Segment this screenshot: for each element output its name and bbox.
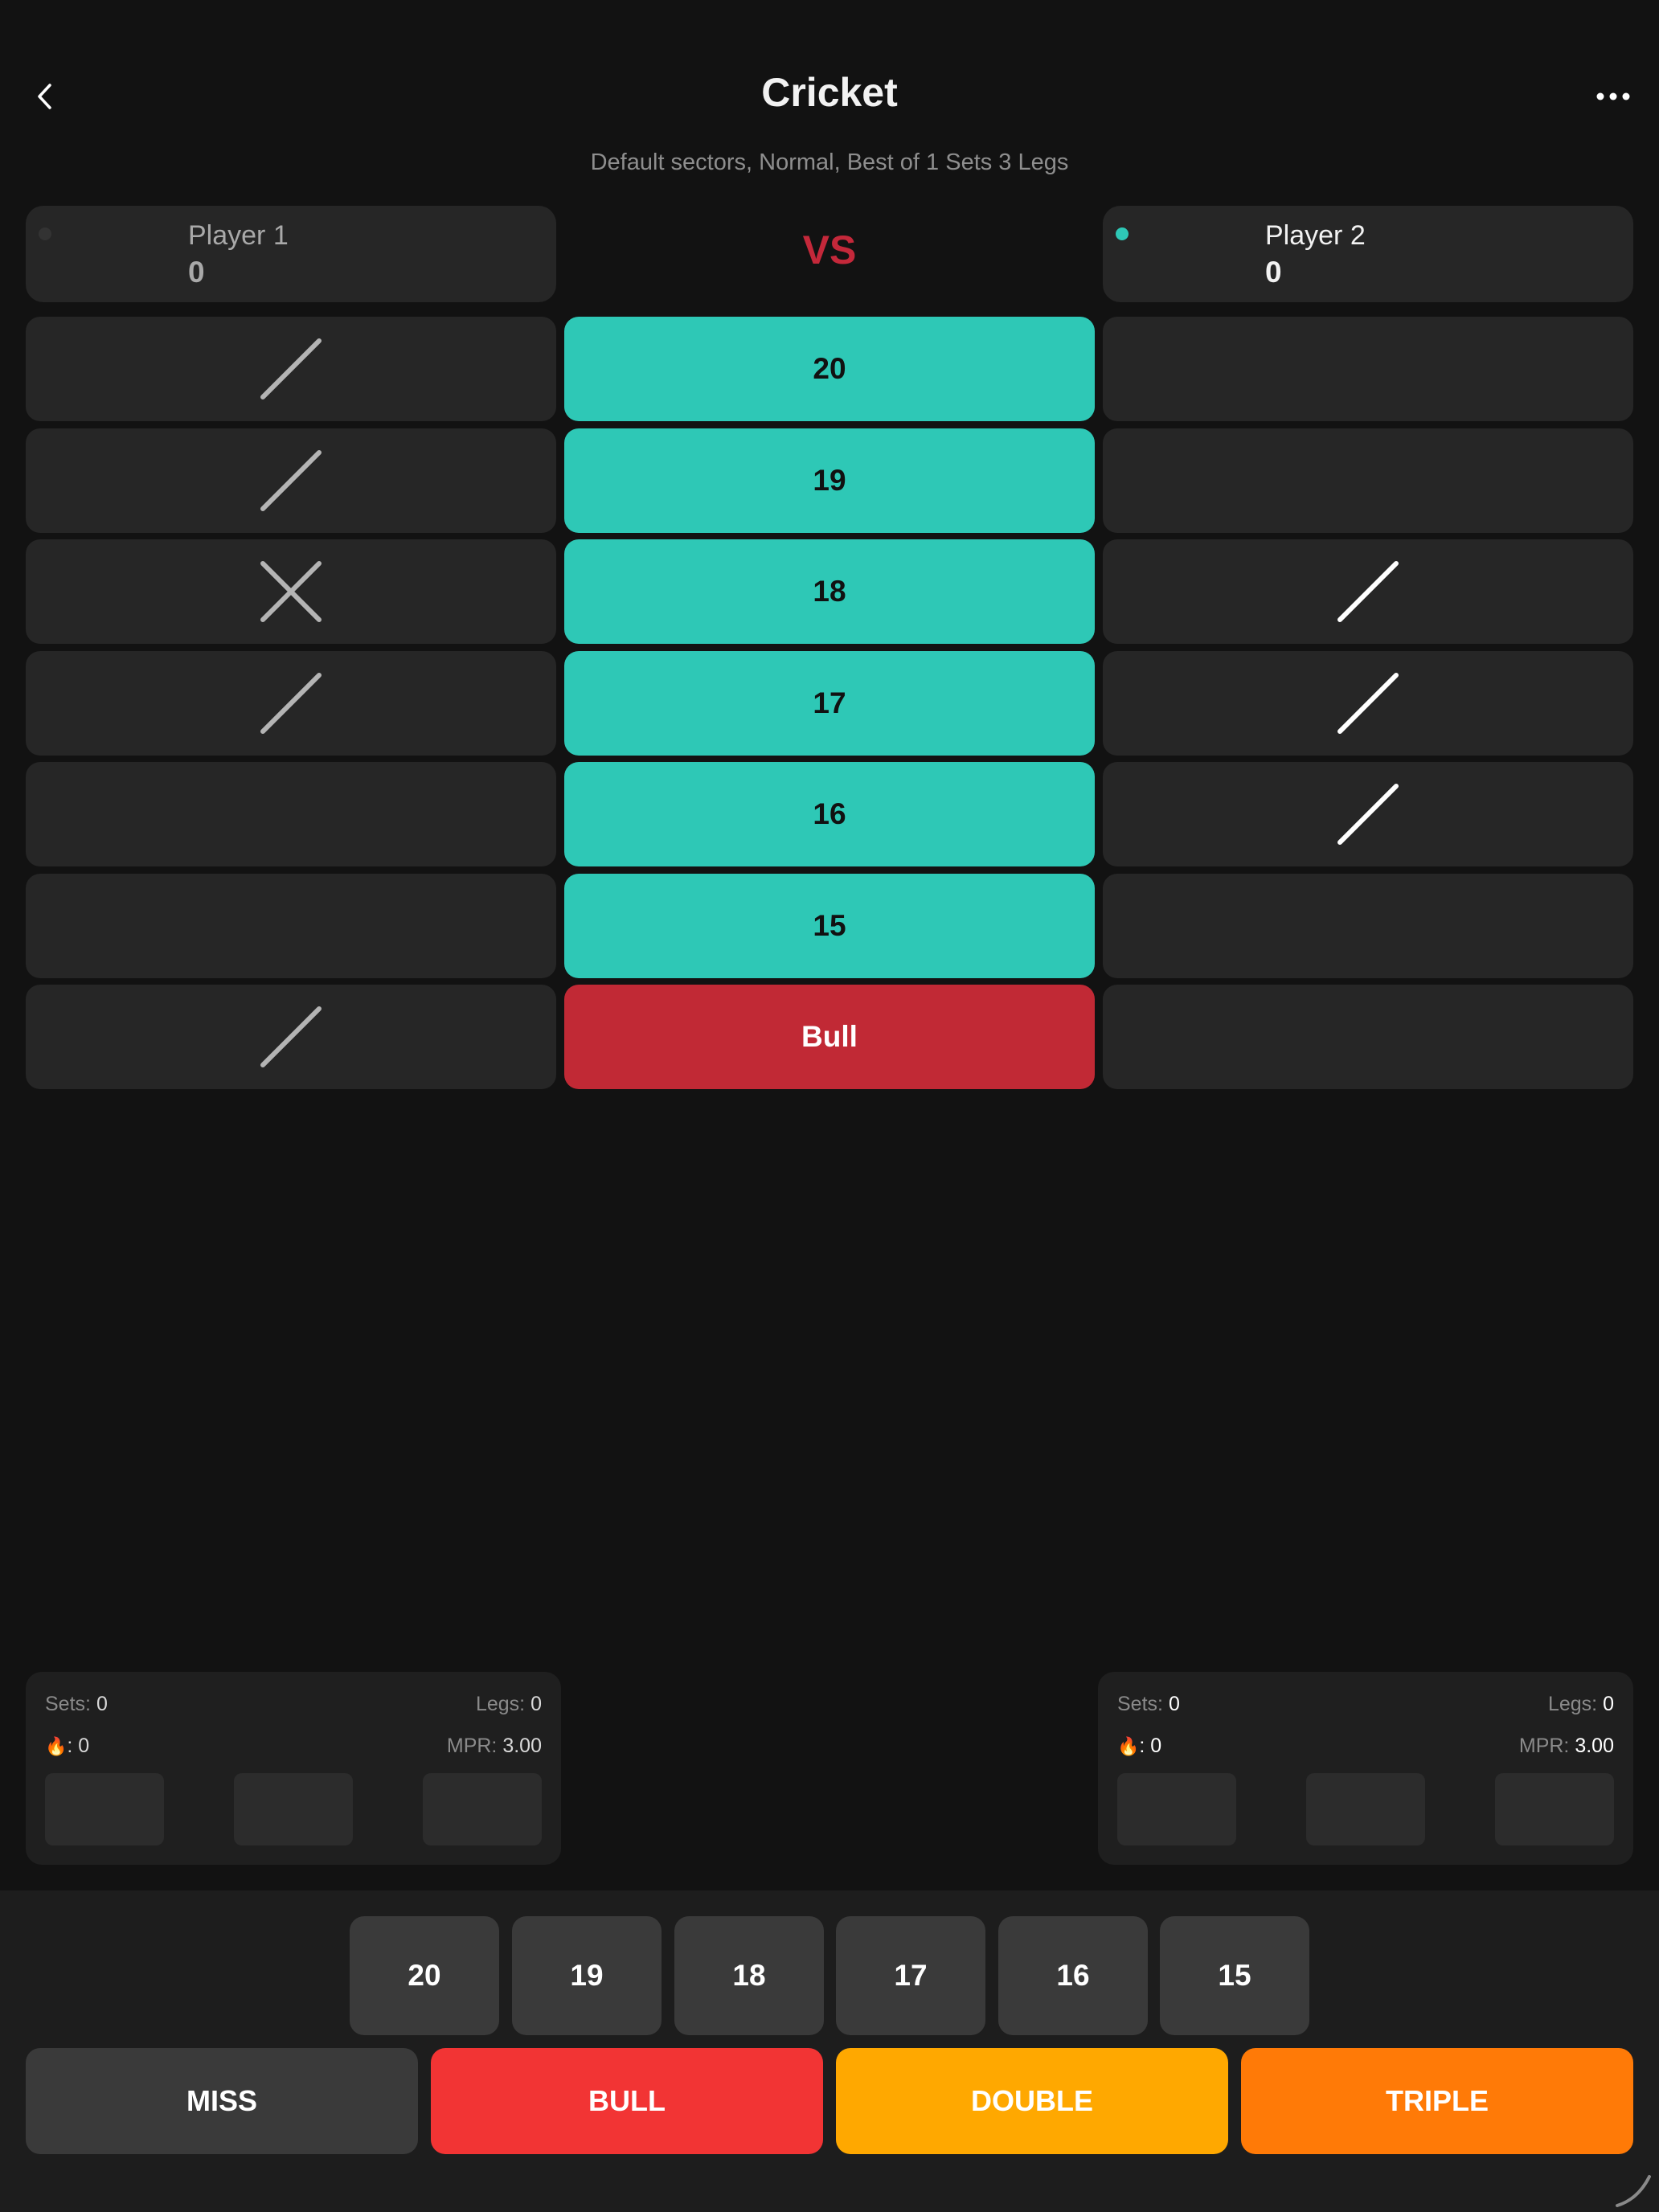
sector-15[interactable]: 15	[564, 873, 1095, 978]
flame-icon: 🔥	[45, 1736, 68, 1756]
player1-dart-slot-1	[45, 1773, 164, 1845]
bull-button[interactable]: BULL	[431, 2048, 823, 2154]
player2-cell-bull	[1103, 985, 1633, 1089]
slash-mark-icon	[260, 1006, 322, 1067]
player1-cell-16	[26, 762, 556, 866]
resize-handle-icon[interactable]	[1611, 2167, 1654, 2210]
slash-mark-icon	[1337, 672, 1399, 734]
player2-turn-indicator	[1116, 227, 1129, 240]
key-15[interactable]: 15	[1160, 1916, 1309, 2035]
player2-cell-15	[1103, 873, 1633, 978]
slash-mark-icon	[260, 672, 322, 734]
key-18[interactable]: 18	[674, 1916, 824, 2035]
sector-20[interactable]: 20	[564, 317, 1095, 421]
player2-streak: 🔥: 0	[1117, 1735, 1162, 1757]
player1-turn-indicator	[39, 227, 51, 240]
triple-button[interactable]: TRIPLE	[1241, 2048, 1633, 2154]
vs-label: VS	[802, 227, 857, 272]
player1-name: Player 1	[188, 220, 289, 251]
player2-cell-16	[1103, 762, 1633, 866]
game-settings-subtitle: Default sectors, Normal, Best of 1 Sets …	[590, 150, 1069, 175]
sector-bull[interactable]: Bull	[564, 985, 1095, 1089]
sector-17[interactable]: 17	[564, 650, 1095, 756]
page-title: Cricket	[761, 70, 898, 115]
sector-18[interactable]: 18	[564, 539, 1095, 644]
key-19[interactable]: 19	[512, 1916, 662, 2035]
player2-stats-panel: Sets: 0 Legs: 0 🔥: 0 MPR: 3.00	[1098, 1672, 1633, 1865]
player1-cell-15	[26, 873, 556, 978]
slash-mark-icon	[260, 449, 322, 511]
player2-dart-slot-2	[1306, 1773, 1425, 1845]
player1-streak: 🔥: 0	[45, 1735, 90, 1757]
player2-dart-slot-1	[1117, 1773, 1236, 1845]
player1-cell-18	[26, 539, 556, 644]
player1-sets: Sets: 0	[45, 1693, 108, 1715]
player2-dart-slot-3	[1495, 1773, 1614, 1845]
player1-cell-20	[26, 317, 556, 421]
player1-cell-19	[26, 428, 556, 533]
miss-button[interactable]: MISS	[26, 2048, 418, 2154]
double-button[interactable]: DOUBLE	[836, 2048, 1228, 2154]
player2-legs: Legs: 0	[1547, 1693, 1614, 1715]
player1-legs: Legs: 0	[475, 1693, 542, 1715]
player1-dart-slot-2	[234, 1773, 353, 1845]
player2-score: 0	[1265, 256, 1282, 289]
flame-icon: 🔥	[1117, 1736, 1140, 1756]
key-20[interactable]: 20	[350, 1916, 499, 2035]
player2-mpr: MPR: 3.00	[1518, 1735, 1614, 1757]
player1-card: Player 1 0	[26, 206, 556, 302]
slash-mark-icon	[260, 338, 322, 399]
player1-score: 0	[188, 256, 205, 289]
player1-cell-17	[26, 650, 556, 756]
more-menu-button[interactable]	[1587, 72, 1640, 121]
more-horizontal-icon	[1596, 92, 1630, 100]
player2-card: Player 2 0	[1103, 206, 1633, 302]
sector-19[interactable]: 19	[564, 428, 1095, 533]
player1-dart-slot-3	[423, 1773, 542, 1845]
player2-cell-20	[1103, 317, 1633, 421]
player1-stats-panel: Sets: 0 Legs: 0 🔥: 0 MPR: 3.00	[26, 1672, 561, 1865]
player2-sets: Sets: 0	[1117, 1693, 1180, 1715]
player1-cell-bull	[26, 985, 556, 1089]
sector-16[interactable]: 16	[564, 762, 1095, 866]
key-17[interactable]: 17	[836, 1916, 985, 2035]
player1-mpr: MPR: 3.00	[446, 1735, 542, 1757]
player2-name: Player 2	[1265, 220, 1366, 251]
player2-cell-18	[1103, 539, 1633, 644]
key-16[interactable]: 16	[998, 1916, 1148, 2035]
player2-cell-19	[1103, 428, 1633, 533]
slash-mark-icon	[1337, 561, 1399, 622]
slash-mark-icon	[1337, 784, 1399, 845]
cross-mark-icon	[260, 561, 322, 622]
player2-cell-17	[1103, 650, 1633, 756]
